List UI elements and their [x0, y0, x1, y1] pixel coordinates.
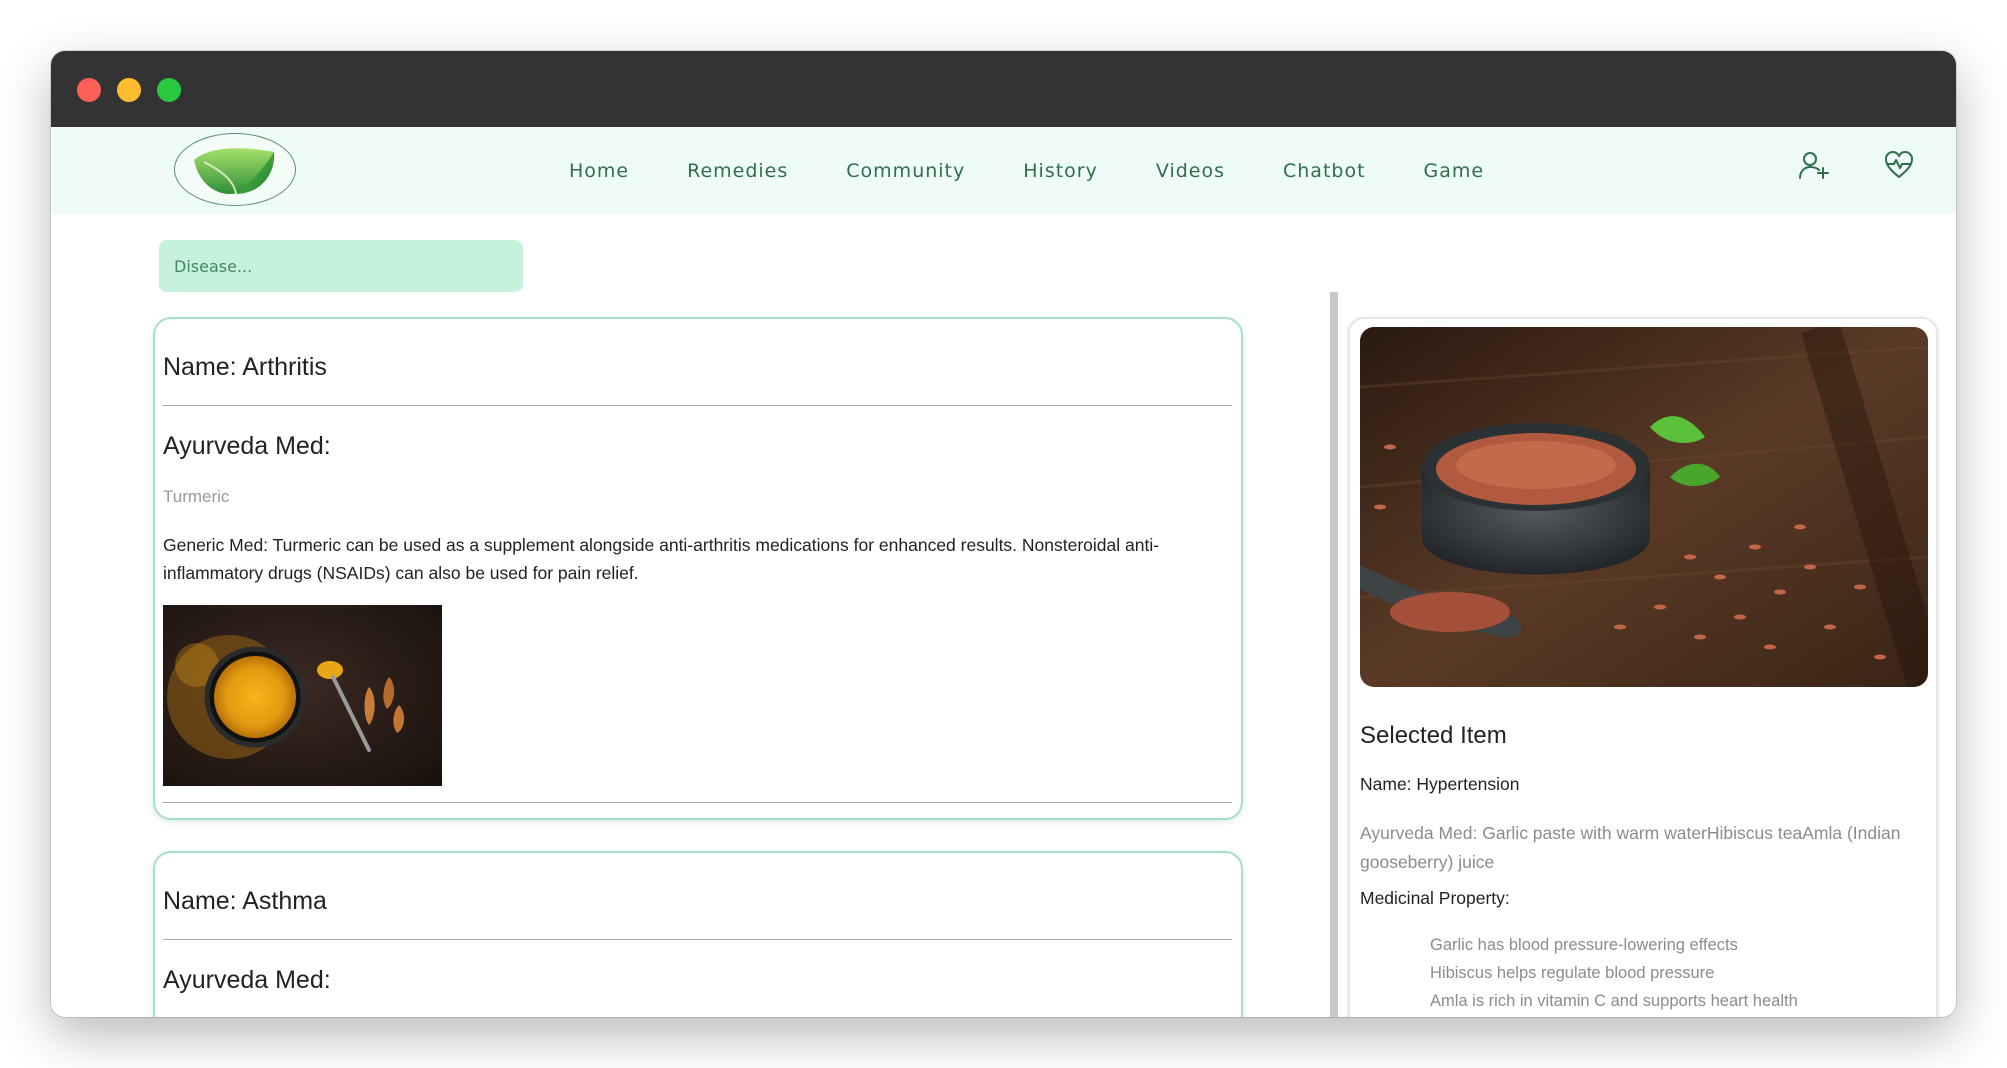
list-item: Hibiscus helps regulate blood pressure — [1430, 964, 1715, 982]
turmeric-image — [163, 605, 442, 786]
user-plus-icon[interactable] — [1798, 149, 1830, 181]
leaf-logo-icon — [194, 148, 275, 195]
nav-links: Home Remedies Community History Videos C… — [569, 127, 1542, 214]
disease-name: Name: Arthritis — [163, 353, 327, 381]
disease-search-input[interactable] — [159, 240, 523, 292]
divider — [163, 802, 1232, 803]
nav-videos[interactable]: Videos — [1156, 160, 1225, 182]
selected-item-ayurveda: Ayurveda Med: Garlic paste with warm wat… — [1360, 823, 1901, 872]
nav-remedies[interactable]: Remedies — [687, 160, 788, 182]
page-content: Name: Arthritis Ayurveda Med: Turmeric G… — [51, 214, 1956, 1017]
disease-card[interactable]: Name: Arthritis Ayurveda Med: Turmeric G… — [153, 317, 1243, 820]
selected-item-panel: Selected Item Name: Hypertension Ayurved… — [1348, 317, 1938, 1017]
medicinal-property-label: Medicinal Property: — [1360, 888, 1510, 908]
close-window-button[interactable] — [77, 78, 101, 102]
logo[interactable] — [174, 133, 296, 206]
ayurveda-med-value: Turmeric — [163, 487, 230, 506]
selected-item-title: Selected Item — [1360, 722, 1507, 749]
list-item: Garlic has blood pressure-lowering effec… — [1430, 936, 1738, 954]
disease-card[interactable]: Name: Asthma Ayurveda Med: — [153, 851, 1243, 1017]
heart-pulse-icon[interactable] — [1883, 149, 1915, 181]
selected-item-name: Name: Hypertension — [1360, 774, 1520, 794]
ayurveda-med-label: Ayurveda Med: — [163, 966, 331, 994]
generic-med-text: Generic Med: Turmeric can be used as a s… — [163, 535, 1160, 583]
nav-history[interactable]: History — [1023, 160, 1098, 182]
list-item: Amla is rich in vitamin C and supports h… — [1430, 992, 1798, 1010]
browser-window: Home Remedies Community History Videos C… — [51, 51, 1956, 1017]
divider — [163, 939, 1232, 940]
red-rice-image — [1360, 327, 1928, 687]
window-titlebar — [51, 51, 1956, 127]
navbar: Home Remedies Community History Videos C… — [51, 127, 1956, 214]
minimize-window-button[interactable] — [117, 78, 141, 102]
nav-chatbot[interactable]: Chatbot — [1283, 160, 1366, 182]
nav-home[interactable]: Home — [569, 160, 629, 182]
maximize-window-button[interactable] — [157, 78, 181, 102]
disease-name: Name: Asthma — [163, 887, 327, 915]
nav-community[interactable]: Community — [846, 160, 965, 182]
medicinal-property-list: Garlic has blood pressure-lowering effec… — [1430, 931, 1798, 1015]
nav-game[interactable]: Game — [1424, 160, 1485, 182]
panel-divider — [1330, 292, 1338, 1017]
ayurveda-med-label: Ayurveda Med: — [163, 432, 331, 460]
divider — [163, 405, 1232, 406]
